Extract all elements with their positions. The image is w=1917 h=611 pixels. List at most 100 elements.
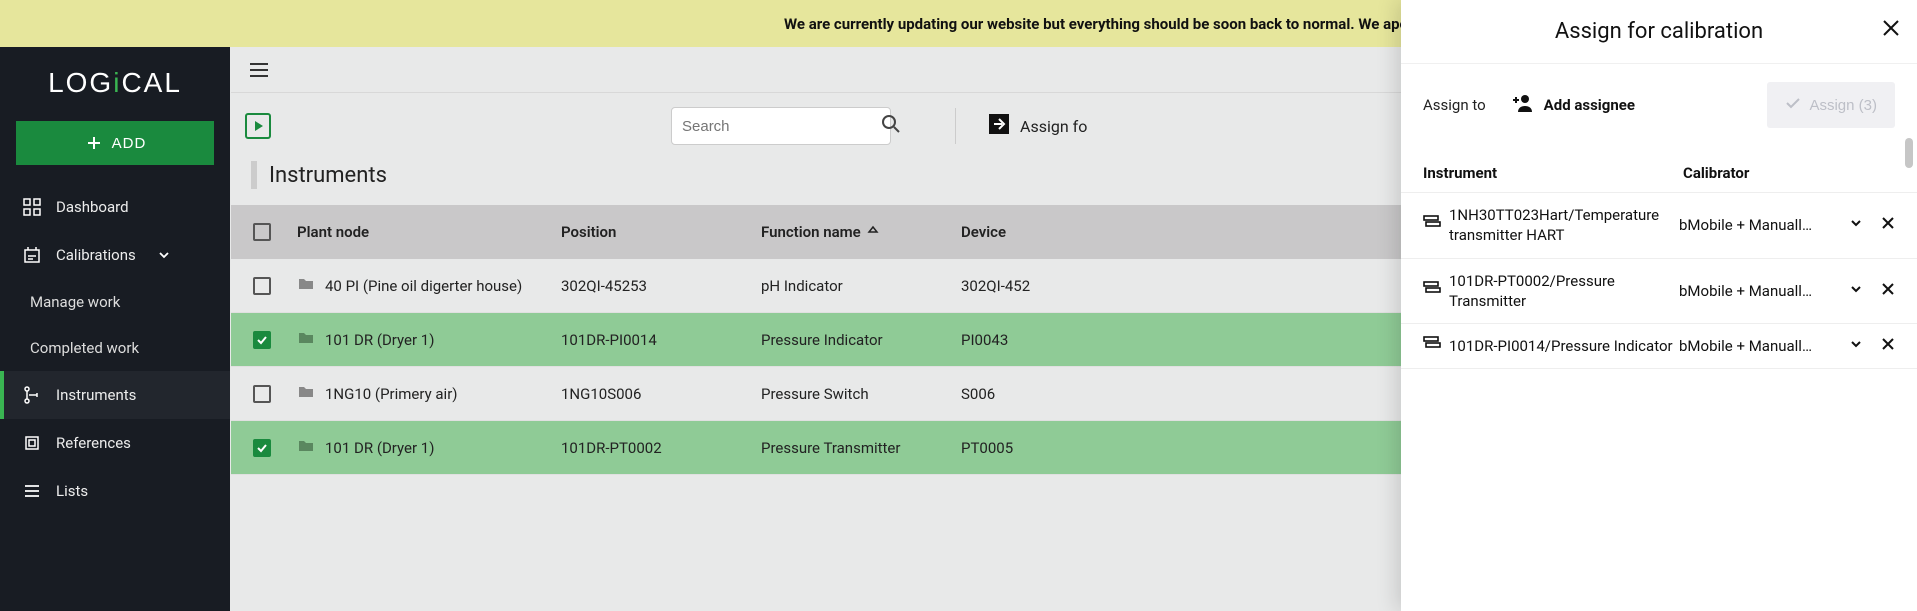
panel-item-instrument: 101DR-PI0014/Pressure Indicator [1449,336,1679,356]
select-all-checkbox[interactable] [253,223,271,241]
cell-function: pH Indicator [761,277,961,295]
cell-position: 1NG10S006 [561,385,761,403]
cell-device: 302QI-452 [961,277,1061,295]
panel-title: Assign for calibration [1555,19,1763,44]
logo: LOGiCAL [0,47,230,117]
sidebar: LOGiCAL ADD Dashboard Calibrations Manag… [0,47,230,611]
sidebar-item-instruments[interactable]: Instruments [0,371,230,419]
cell-plant: 101 DR (Dryer 1) [325,439,434,457]
logo-text: LOGiCAL [48,67,182,98]
cell-position: 101DR-PI0014 [561,331,761,349]
add-button-label: ADD [112,135,147,152]
panel-item: 101DR-PT0002/Pressure TransmitterbMobile… [1401,259,1917,325]
assign-button-label: Assign (3) [1809,97,1877,114]
folder-icon [297,383,315,405]
cell-function: Pressure Indicator [761,331,961,349]
calibrations-icon [22,245,42,265]
row-checkbox[interactable] [253,439,271,457]
references-icon [22,433,42,453]
sidebar-item-label: Lists [56,482,88,500]
page-title-text: Instruments [269,163,387,188]
sidebar-item-references[interactable]: References [0,419,230,467]
search-box [671,107,891,145]
chevron-down-icon [154,245,174,265]
panel-item-instrument: 1NH30TT023Hart/Temperature transmitter H… [1449,205,1679,246]
panel-col-instrument: Instrument [1423,164,1683,182]
assign-to-label: Assign to [1423,96,1486,114]
sidebar-item-manage-work[interactable]: Manage work [0,279,230,325]
lists-icon [22,481,42,501]
remove-icon[interactable] [1871,282,1895,300]
add-button[interactable]: ADD [16,121,214,165]
assign-for-label: Assign fo [1020,117,1087,136]
assign-button[interactable]: Assign (3) [1767,82,1895,128]
col-header-device[interactable]: Device [961,223,1061,241]
sidebar-item-label: References [56,434,131,452]
sidebar-item-completed-work[interactable]: Completed work [0,325,230,371]
toolbar-separator [955,108,956,144]
cell-device: S006 [961,385,1061,403]
cell-device: PI0043 [961,331,1061,349]
close-icon[interactable] [1881,18,1901,44]
col-header-function-label: Function name [761,223,861,241]
panel-item: 101DR-PI0014/Pressure IndicatorbMobile +… [1401,324,1917,369]
folder-icon [297,275,315,297]
panel-header: Assign for calibration [1401,0,1917,64]
assign-for-button[interactable]: Assign fo [988,113,1087,139]
panel-col-calibrator: Calibrator [1683,164,1895,182]
cell-function: Pressure Transmitter [761,439,961,457]
sidebar-item-label: Instruments [56,386,136,404]
cell-plant: 101 DR (Dryer 1) [325,331,434,349]
check-icon [1785,95,1801,115]
panel-item-calibrator: bMobile + Manuall… [1679,282,1841,300]
instrument-icon [1423,336,1449,356]
panel-assign-row: Assign to Add assignee Assign (3) [1401,64,1917,146]
cell-function: Pressure Switch [761,385,961,403]
sidebar-item-label: Completed work [30,339,139,357]
col-header-plant[interactable]: Plant node [297,223,561,241]
cell-position: 101DR-PT0002 [561,439,761,457]
add-assignee-label: Add assignee [1544,96,1635,114]
panel-list-header: Instrument Calibrator [1401,146,1917,193]
search-icon[interactable] [881,114,901,138]
chevron-down-icon[interactable] [1841,282,1871,300]
cell-plant: 1NG10 (Primery air) [325,385,458,403]
remove-icon[interactable] [1871,337,1895,355]
assign-panel: Assign for calibration Assign to Add ass… [1401,0,1917,611]
folder-icon [297,329,315,351]
instrument-icon [1423,281,1449,301]
row-checkbox[interactable] [253,385,271,403]
folder-icon [297,437,315,459]
panel-item-instrument: 101DR-PT0002/Pressure Transmitter [1449,271,1679,312]
cell-plant: 40 PI (Pine oil digerter house) [325,277,522,295]
panel-item-calibrator: bMobile + Manuall… [1679,337,1841,355]
person-add-icon [1512,92,1534,118]
sort-asc-icon [867,223,879,241]
chevron-down-icon[interactable] [1841,337,1871,355]
add-assignee-button[interactable]: Add assignee [1512,92,1635,118]
sidebar-item-label: Manage work [30,293,120,311]
instruments-icon [22,385,42,405]
menu-toggle-icon[interactable] [245,56,273,84]
panel-item: 1NH30TT023Hart/Temperature transmitter H… [1401,193,1917,259]
sidebar-item-dashboard[interactable]: Dashboard [0,183,230,231]
chevron-down-icon[interactable] [1841,216,1871,234]
row-checkbox[interactable] [253,331,271,349]
cell-device: PT0005 [961,439,1061,457]
search-input[interactable] [682,118,881,135]
remove-icon[interactable] [1871,216,1895,234]
banner-text: We are currently updating our website bu… [784,15,1433,33]
row-checkbox[interactable] [253,277,271,295]
play-button[interactable] [245,113,271,139]
sidebar-item-calibrations[interactable]: Calibrations [0,231,230,279]
arrow-right-box-icon [988,113,1010,139]
scrollbar[interactable] [1905,138,1913,168]
dashboard-icon [22,197,42,217]
col-header-position[interactable]: Position [561,223,761,241]
sidebar-item-label: Dashboard [56,198,129,216]
instrument-icon [1423,215,1449,235]
sidebar-item-label: Calibrations [56,246,136,264]
plus-icon [84,133,104,153]
sidebar-item-lists[interactable]: Lists [0,467,230,515]
col-header-function[interactable]: Function name [761,223,961,241]
